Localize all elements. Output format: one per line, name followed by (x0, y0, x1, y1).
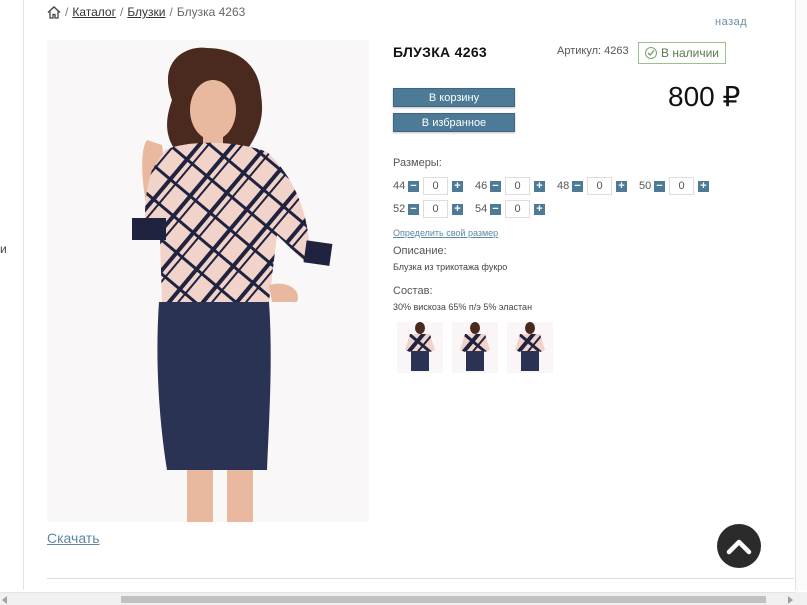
scrollbar-thumb[interactable] (121, 596, 766, 603)
size-number: 48 (557, 180, 570, 192)
description-text: Блузка из трикотажа фукро (393, 262, 508, 272)
product-price: 800 ₽ (668, 81, 741, 112)
composition-text: 30% вискоза 65% п/э 5% эластан (393, 302, 533, 312)
scroll-right-icon[interactable] (788, 596, 793, 604)
size-quantity-input[interactable]: 0 (423, 200, 448, 218)
home-icon[interactable] (47, 5, 61, 19)
stock-badge: В наличии (638, 42, 727, 64)
thumbnail-image (405, 322, 435, 371)
product-sku: Артикул: 4263 (557, 45, 629, 57)
breadcrumb-separator: / (65, 5, 69, 19)
size-number: 44 (393, 180, 406, 192)
add-to-favorites-button[interactable]: В избранное (393, 113, 515, 132)
product-photo-illustration (132, 47, 333, 522)
size-selector-50: 50 − 0 + (639, 177, 709, 195)
size-selector-54: 54 − 0 + (475, 200, 545, 218)
scroll-to-top-button[interactable] (717, 524, 761, 568)
plus-icon[interactable]: + (452, 203, 463, 215)
find-size-link[interactable]: Определить свой размер (393, 228, 498, 238)
back-link[interactable]: назад (715, 16, 747, 28)
breadcrumb-separator: / (119, 5, 124, 19)
scroll-left-icon[interactable] (2, 596, 7, 604)
breadcrumb-catalog-link[interactable]: Каталог (72, 5, 116, 19)
download-link[interactable]: Скачать (47, 530, 100, 546)
size-number: 46 (475, 180, 488, 192)
composition-label: Состав: (393, 285, 433, 297)
plus-icon[interactable]: + (616, 180, 627, 192)
size-number: 52 (393, 203, 406, 215)
scrollbar-corner (795, 592, 807, 605)
add-to-cart-button[interactable]: В корзину (393, 88, 515, 107)
size-selector-44: 44 − 0 + (393, 177, 463, 195)
breadcrumb: / Каталог / Блузки / Блузка 4263 (47, 5, 245, 19)
breadcrumb-current: Блузка 4263 (176, 5, 246, 19)
size-quantity-input[interactable]: 0 (423, 177, 448, 195)
minus-icon[interactable]: − (408, 180, 419, 192)
left-sidebar-edge: и (0, 0, 24, 590)
sidebar-stub-text: и (0, 242, 7, 256)
size-quantity-input[interactable]: 0 (669, 177, 694, 195)
minus-icon[interactable]: − (654, 180, 665, 192)
thumbnail-image (460, 322, 490, 371)
chevron-up-icon (726, 539, 752, 555)
thumbnail-image (515, 322, 545, 371)
product-thumbnail[interactable] (507, 322, 553, 373)
minus-icon[interactable]: − (490, 180, 501, 192)
stock-badge-label: В наличии (661, 46, 720, 60)
breadcrumb-blouses-link[interactable]: Блузки (127, 5, 165, 19)
product-title: БЛУЗКА 4263 (393, 44, 488, 60)
vertical-scrollbar[interactable] (795, 0, 807, 590)
check-icon (645, 47, 657, 59)
size-selector-46: 46 − 0 + (475, 177, 545, 195)
plus-icon[interactable]: + (534, 203, 545, 215)
plus-icon[interactable]: + (534, 180, 545, 192)
size-selector-48: 48 − 0 + (557, 177, 627, 195)
sizes-label: Размеры: (393, 157, 442, 169)
content-divider (47, 578, 794, 579)
size-number: 54 (475, 203, 488, 215)
size-quantity-input[interactable]: 0 (505, 177, 530, 195)
minus-icon[interactable]: − (490, 203, 501, 215)
plus-icon[interactable]: + (698, 180, 709, 192)
product-thumbnail[interactable] (397, 322, 443, 373)
product-thumbnail[interactable] (452, 322, 498, 373)
horizontal-scrollbar[interactable] (0, 592, 795, 605)
size-quantity-input[interactable]: 0 (587, 177, 612, 195)
product-photo[interactable] (47, 40, 369, 522)
description-label: Описание: (393, 245, 447, 257)
breadcrumb-separator: / (169, 5, 173, 19)
size-quantity-input[interactable]: 0 (505, 200, 530, 218)
size-number: 50 (639, 180, 652, 192)
minus-icon[interactable]: − (572, 180, 583, 192)
size-selector-52: 52 − 0 + (393, 200, 463, 218)
plus-icon[interactable]: + (452, 180, 463, 192)
minus-icon[interactable]: − (408, 203, 419, 215)
